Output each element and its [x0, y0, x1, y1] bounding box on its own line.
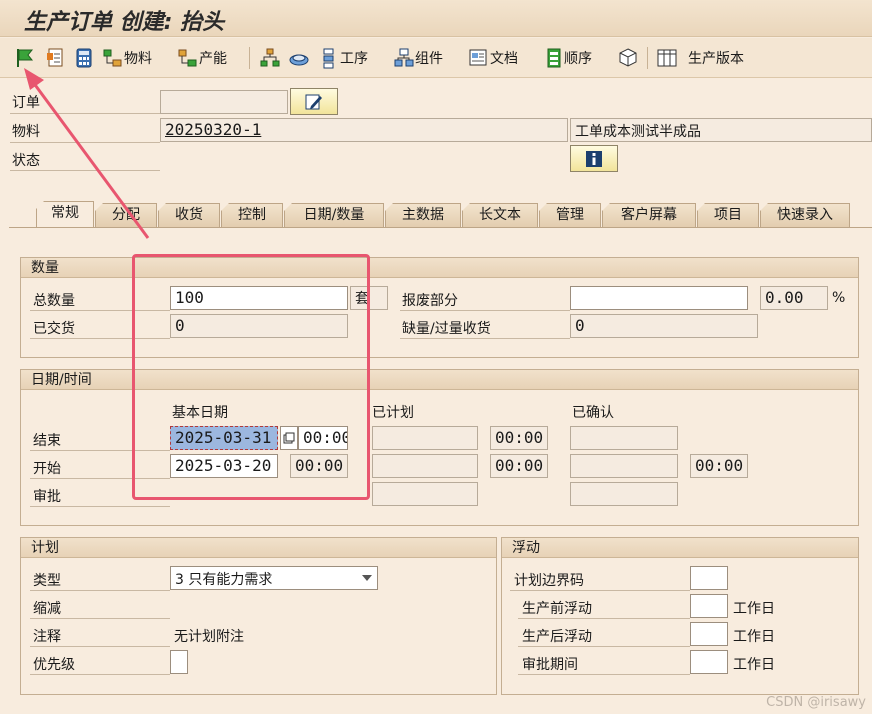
document-button[interactable]: 文档	[468, 45, 518, 71]
title-bar: 生产订单 创建: 抬头	[0, 0, 872, 37]
type-underline	[30, 590, 170, 591]
release-label: 审批	[33, 489, 61, 505]
document-label: 文档	[490, 51, 518, 67]
tab-master-data[interactable]: 主数据	[385, 203, 461, 227]
confirmed-header: 已确认	[572, 405, 614, 421]
operation-button[interactable]: 工序	[320, 45, 368, 71]
type-select-value: 3 只有能力需求	[175, 572, 273, 588]
total-quantity-label: 总数量	[33, 293, 75, 309]
scheduled-header: 已计划	[372, 405, 414, 421]
priority-field[interactable]	[170, 650, 188, 674]
note-label: 注释	[33, 629, 61, 645]
reduction-label: 缩减	[33, 601, 61, 617]
annotation-arrow-icon	[24, 68, 150, 239]
release-period-unit: 工作日	[733, 657, 775, 673]
start-confirmed-date	[570, 454, 678, 478]
note-underline	[30, 646, 170, 647]
shortfall-field: 0	[570, 314, 758, 338]
tab-project[interactable]: 项目	[697, 203, 759, 227]
tab-quick-entry[interactable]: 快速录入	[760, 203, 850, 227]
type-label: 类型	[33, 573, 61, 589]
annotation-highlight-box	[132, 254, 370, 500]
capacity-label: 产能	[199, 51, 227, 67]
release-period-label: 审批期间	[522, 657, 578, 673]
hierarchy-icon	[260, 48, 280, 67]
watermark: CSDN @irisawy	[766, 695, 866, 710]
table-icon	[657, 49, 677, 67]
shortfall-label: 缺量/过量收货	[402, 321, 491, 337]
toolbar-separator	[249, 47, 250, 69]
float-before-field[interactable]	[690, 594, 728, 618]
float-after-unit: 工作日	[733, 629, 775, 645]
priority-label: 优先级	[33, 657, 75, 673]
tab-control[interactable]: 控制	[221, 203, 283, 227]
priority-underline	[30, 674, 170, 675]
component-icon	[394, 48, 414, 67]
scrap-underline	[400, 310, 570, 311]
release-underline	[30, 506, 170, 507]
end-label: 结束	[33, 433, 61, 449]
status-info-button[interactable]	[570, 145, 618, 172]
release-period-underline	[518, 674, 690, 675]
tab-customer-screen[interactable]: 客户屏幕	[602, 203, 696, 227]
float-before-underline	[518, 618, 690, 619]
edit-order-button[interactable]	[290, 88, 338, 115]
start-scheduled-date	[372, 454, 478, 478]
info-icon	[586, 150, 602, 167]
scrap-percent-field: 0.00	[760, 286, 828, 310]
page-title: 生产订单 创建: 抬头	[24, 10, 225, 35]
float-after-field[interactable]	[690, 622, 728, 646]
float-before-unit: 工作日	[733, 601, 775, 617]
hierarchy-button[interactable]	[259, 45, 281, 71]
document-icon	[469, 49, 487, 66]
scrap-field[interactable]	[570, 286, 748, 310]
sequence-button[interactable]: 顺序	[544, 45, 592, 71]
tab-administration[interactable]: 管理	[539, 203, 601, 227]
scrap-label: 报废部分	[402, 293, 458, 309]
start-label: 开始	[33, 461, 61, 477]
sched-margin-label: 计划边界码	[514, 573, 584, 589]
component-label: 组件	[415, 51, 443, 67]
type-select[interactable]: 3 只有能力需求	[170, 566, 378, 590]
component-button[interactable]: 组件	[393, 45, 443, 71]
operation-icon	[323, 48, 334, 69]
planning-group: 计划	[20, 537, 497, 695]
cube-button[interactable]	[617, 45, 639, 71]
edit-pencil-icon	[305, 94, 322, 109]
shortfall-underline	[400, 338, 570, 339]
start-confirmed-time: 00:00	[690, 454, 748, 478]
sequence-label: 顺序	[564, 51, 592, 67]
planning-group-title: 计划	[21, 538, 496, 558]
pool-button[interactable]	[288, 45, 310, 71]
tab-dates-quantities[interactable]: 日期/数量	[284, 203, 384, 227]
reduction-underline	[30, 618, 170, 619]
float-after-label: 生产后浮动	[522, 629, 592, 645]
tab-long-text[interactable]: 长文本	[462, 203, 538, 227]
float-after-underline	[518, 646, 690, 647]
dish-icon	[289, 54, 309, 66]
production-version-label: 生产版本	[688, 51, 744, 67]
end-scheduled-time: 00:00	[490, 426, 548, 450]
production-version-button[interactable]: 生产版本	[656, 45, 744, 71]
toolbar-separator	[647, 47, 648, 69]
release-period-field[interactable]	[690, 650, 728, 674]
delivered-label: 已交货	[33, 321, 75, 337]
release-confirmed-date	[570, 482, 678, 506]
float-before-label: 生产前浮动	[522, 601, 592, 617]
note-value: 无计划附注	[174, 629, 244, 645]
float-group-title: 浮动	[502, 538, 858, 558]
sequence-icon	[547, 48, 561, 68]
end-scheduled-date	[372, 426, 478, 450]
sched-margin-field[interactable]	[690, 566, 728, 590]
material-description: 工单成本测试半成品	[570, 118, 872, 142]
material-field[interactable]: 20250320-1	[160, 118, 568, 142]
cube-icon	[619, 48, 637, 67]
operation-label: 工序	[340, 51, 368, 67]
end-confirmed-date	[570, 426, 678, 450]
percent-sign: %	[832, 290, 846, 306]
release-scheduled-date	[372, 482, 478, 506]
sched-margin-underline	[510, 590, 690, 591]
start-scheduled-time: 00:00	[490, 454, 548, 478]
chevron-down-icon	[362, 575, 372, 581]
